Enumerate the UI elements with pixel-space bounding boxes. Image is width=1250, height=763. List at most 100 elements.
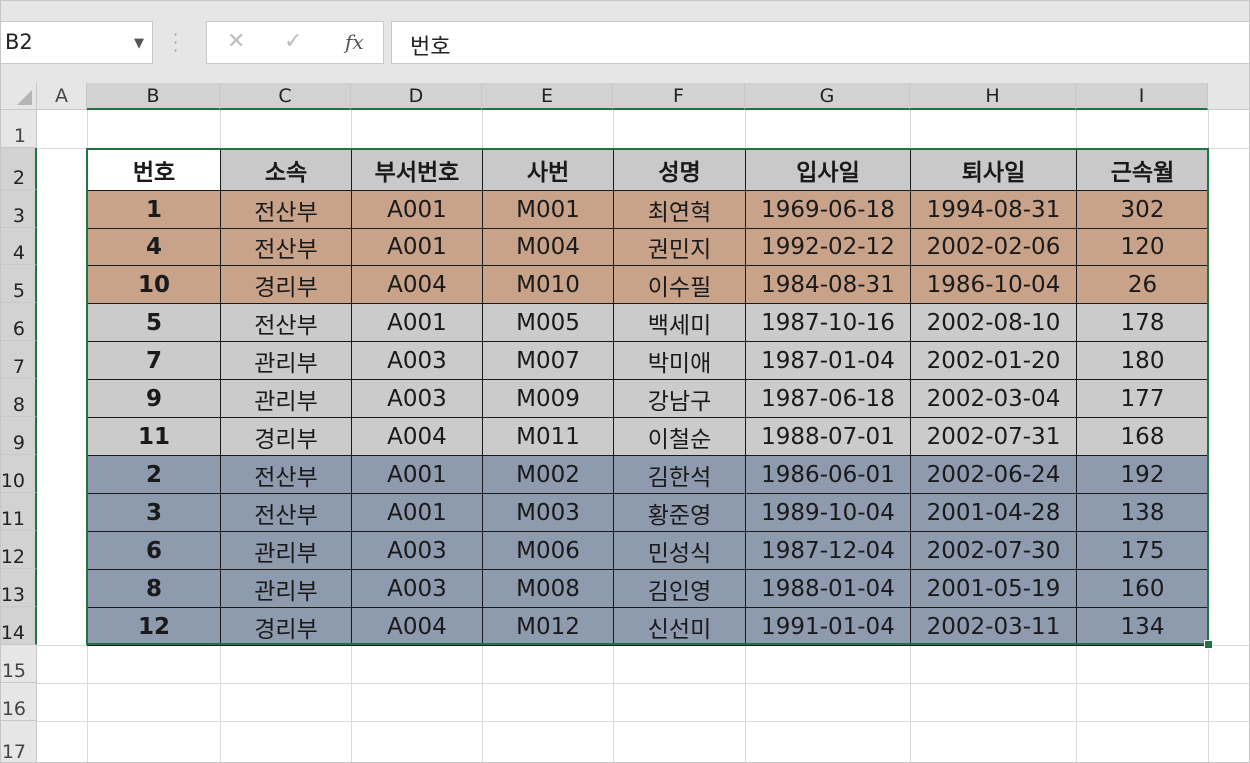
- table-cell[interactable]: A003: [351, 531, 483, 570]
- table-cell[interactable]: 강남구: [613, 379, 746, 418]
- table-cell[interactable]: 관리부: [220, 341, 352, 380]
- table-cell[interactable]: 11: [87, 417, 221, 456]
- table-cell[interactable]: 1994-08-31: [910, 190, 1077, 229]
- table-cell[interactable]: M001: [482, 190, 614, 229]
- table-cell[interactable]: 이철순: [613, 417, 746, 456]
- row-header-3[interactable]: 3: [1, 190, 37, 228]
- table-cell[interactable]: 신선미: [613, 607, 746, 646]
- column-header-a[interactable]: A: [37, 83, 87, 110]
- name-box[interactable]: B2 ▼: [1, 21, 153, 64]
- row-header-10[interactable]: 10: [1, 455, 37, 493]
- table-cell[interactable]: 전산부: [220, 228, 352, 266]
- table-cell[interactable]: A004: [351, 265, 483, 304]
- table-cell[interactable]: 160: [1076, 569, 1209, 608]
- table-cell[interactable]: 2001-04-28: [910, 493, 1077, 532]
- header-cell[interactable]: 부서번호: [351, 148, 483, 191]
- table-cell[interactable]: A003: [351, 569, 483, 608]
- check-icon[interactable]: ✓: [284, 29, 302, 54]
- table-cell[interactable]: 황준영: [613, 493, 746, 532]
- table-cell[interactable]: 134: [1076, 607, 1209, 646]
- table-cell[interactable]: M003: [482, 493, 614, 532]
- table-cell[interactable]: A001: [351, 190, 483, 229]
- header-cell[interactable]: 번호: [87, 148, 221, 191]
- table-cell[interactable]: 백세미: [613, 303, 746, 342]
- header-cell[interactable]: 퇴사일: [910, 148, 1077, 191]
- column-header-i[interactable]: I: [1076, 83, 1208, 110]
- table-cell[interactable]: 302: [1076, 190, 1209, 229]
- table-cell[interactable]: 5: [87, 303, 221, 342]
- formula-input[interactable]: 번호: [391, 21, 1249, 64]
- table-cell[interactable]: 1987-06-18: [745, 379, 911, 418]
- table-cell[interactable]: A001: [351, 455, 483, 494]
- row-header-14[interactable]: 14: [1, 607, 37, 645]
- table-cell[interactable]: M012: [482, 607, 614, 646]
- table-cell[interactable]: 175: [1076, 531, 1209, 570]
- table-cell[interactable]: 전산부: [220, 190, 352, 229]
- table-cell[interactable]: 경리부: [220, 265, 352, 304]
- table-cell[interactable]: 2002-06-24: [910, 455, 1077, 494]
- table-cell[interactable]: 1988-07-01: [745, 417, 911, 456]
- table-cell[interactable]: 1987-10-16: [745, 303, 911, 342]
- table-cell[interactable]: M005: [482, 303, 614, 342]
- table-cell[interactable]: 1: [87, 190, 221, 229]
- header-cell[interactable]: 입사일: [745, 148, 911, 191]
- table-cell[interactable]: 2001-05-19: [910, 569, 1077, 608]
- column-header-b[interactable]: B: [87, 83, 220, 110]
- table-cell[interactable]: 김한석: [613, 455, 746, 494]
- table-cell[interactable]: 1969-06-18: [745, 190, 911, 229]
- drag-handle-icon[interactable]: · · ·: [173, 27, 178, 59]
- row-header-15[interactable]: 15: [1, 645, 37, 683]
- column-header-g[interactable]: G: [745, 83, 910, 110]
- table-cell[interactable]: 전산부: [220, 455, 352, 494]
- table-cell[interactable]: 2002-03-04: [910, 379, 1077, 418]
- table-cell[interactable]: 178: [1076, 303, 1209, 342]
- row-header-7[interactable]: 7: [1, 341, 37, 379]
- table-cell[interactable]: A003: [351, 341, 483, 380]
- table-cell[interactable]: 1992-02-12: [745, 228, 911, 266]
- insert-function-icon[interactable]: fx: [345, 30, 364, 54]
- table-cell[interactable]: 2002-01-20: [910, 341, 1077, 380]
- header-cell[interactable]: 근속월: [1076, 148, 1209, 191]
- select-all-button[interactable]: [1, 83, 37, 110]
- table-cell[interactable]: 1987-01-04: [745, 341, 911, 380]
- row-header-8[interactable]: 8: [1, 379, 37, 417]
- table-cell[interactable]: 8: [87, 569, 221, 608]
- table-cell[interactable]: A001: [351, 303, 483, 342]
- row-header-9[interactable]: 9: [1, 417, 37, 455]
- row-header-16[interactable]: 16: [1, 683, 37, 721]
- header-cell[interactable]: 소속: [220, 148, 352, 191]
- table-cell[interactable]: 177: [1076, 379, 1209, 418]
- table-cell[interactable]: M008: [482, 569, 614, 608]
- table-cell[interactable]: 6: [87, 531, 221, 570]
- table-cell[interactable]: 120: [1076, 228, 1209, 266]
- table-cell[interactable]: M010: [482, 265, 614, 304]
- row-header-11[interactable]: 11: [1, 493, 37, 531]
- table-cell[interactable]: 2002-07-31: [910, 417, 1077, 456]
- table-cell[interactable]: 1991-01-04: [745, 607, 911, 646]
- row-header-13[interactable]: 13: [1, 569, 37, 607]
- fill-handle[interactable]: [1204, 640, 1213, 649]
- header-cell[interactable]: 사번: [482, 148, 614, 191]
- table-cell[interactable]: M006: [482, 531, 614, 570]
- column-header-e[interactable]: E: [482, 83, 613, 110]
- column-header-f[interactable]: F: [613, 83, 745, 110]
- row-header-1[interactable]: 1: [1, 110, 37, 148]
- table-cell[interactable]: 10: [87, 265, 221, 304]
- row-header-12[interactable]: 12: [1, 531, 37, 569]
- table-cell[interactable]: M004: [482, 228, 614, 266]
- header-cell[interactable]: 성명: [613, 148, 746, 191]
- table-cell[interactable]: 전산부: [220, 493, 352, 532]
- column-header-j[interactable]: [1208, 83, 1249, 110]
- table-cell[interactable]: 12: [87, 607, 221, 646]
- table-cell[interactable]: A001: [351, 228, 483, 266]
- table-cell[interactable]: 168: [1076, 417, 1209, 456]
- table-cell[interactable]: 4: [87, 228, 221, 266]
- table-cell[interactable]: 권민지: [613, 228, 746, 266]
- table-cell[interactable]: A003: [351, 379, 483, 418]
- column-header-c[interactable]: C: [220, 83, 351, 110]
- table-cell[interactable]: 관리부: [220, 379, 352, 418]
- table-cell[interactable]: 최연혁: [613, 190, 746, 229]
- table-cell[interactable]: 2: [87, 455, 221, 494]
- table-cell[interactable]: 3: [87, 493, 221, 532]
- table-cell[interactable]: A004: [351, 607, 483, 646]
